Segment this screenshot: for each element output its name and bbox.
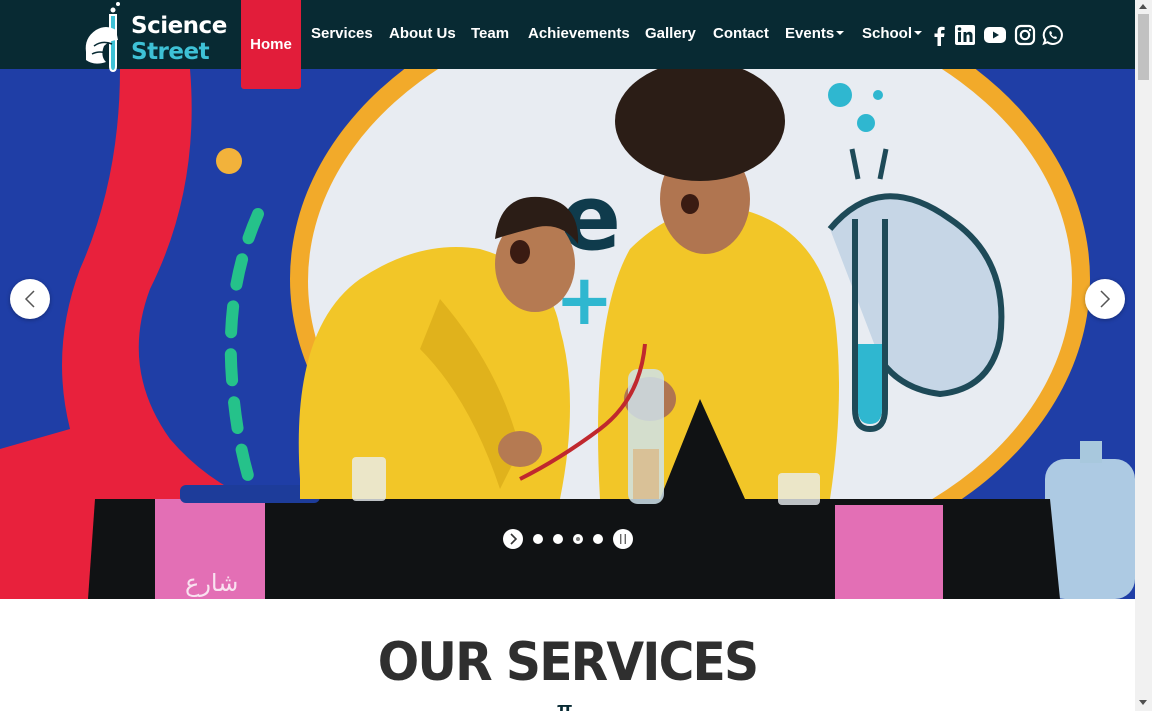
nav-school-label: School (862, 25, 913, 42)
caret-down-icon (836, 31, 845, 36)
nav-gallery[interactable]: Gallery (645, 25, 696, 42)
logo[interactable]: Science Street (80, 0, 230, 73)
hero-slider: e + شارع (0, 69, 1135, 599)
slider-prev-button[interactable] (10, 279, 50, 319)
flask-hand-icon (85, 2, 120, 73)
facebook-icon[interactable] (928, 24, 950, 46)
page-scrollbar[interactable] (1135, 0, 1152, 711)
nav-home[interactable]: Home (241, 0, 301, 89)
nav-team[interactable]: Team (471, 25, 509, 42)
logo-text-science: Science (131, 13, 227, 39)
linkedin-icon[interactable] (954, 24, 976, 46)
scroll-down-arrow-icon[interactable] (1139, 700, 1147, 705)
scroll-thumb[interactable] (1138, 14, 1149, 80)
instagram-icon[interactable] (1014, 24, 1036, 46)
slider-dot[interactable] (593, 534, 603, 544)
slider-dot[interactable] (533, 534, 543, 544)
nav-services[interactable]: Services (311, 25, 373, 42)
play-icon (510, 533, 518, 545)
whatsapp-icon[interactable] (1042, 24, 1064, 46)
chevron-left-icon (24, 290, 35, 308)
youtube-icon[interactable] (983, 24, 1007, 46)
slide-image: e + شارع (0, 69, 1135, 599)
nav-achievements[interactable]: Achievements (528, 25, 630, 42)
scroll-up-arrow-icon[interactable] (1139, 4, 1147, 9)
nav-contact[interactable]: Contact (713, 25, 769, 42)
nav-school-dropdown[interactable]: School (862, 25, 923, 42)
nav-events-dropdown[interactable]: Events (785, 25, 845, 42)
slider-next-button[interactable] (1085, 279, 1125, 319)
slider-pause-button[interactable] (613, 529, 633, 549)
slider-dot[interactable] (553, 534, 563, 544)
pause-icon (620, 534, 626, 544)
nav-events-label: Events (785, 25, 835, 42)
nav-about-us[interactable]: About Us (389, 25, 456, 42)
slider-play-button[interactable] (503, 529, 523, 549)
logo-text-street: Street (131, 39, 210, 65)
heading-ornament-icon: π (557, 699, 573, 711)
site-header: Science Street Home Services About Us Te… (0, 0, 1135, 89)
services-heading: OUR SERVICES (377, 632, 759, 693)
svg-text:شارع: شارع (185, 569, 238, 597)
slider-dot-active[interactable] (573, 534, 583, 544)
chevron-right-icon (1100, 290, 1111, 308)
caret-down-icon (914, 31, 923, 36)
